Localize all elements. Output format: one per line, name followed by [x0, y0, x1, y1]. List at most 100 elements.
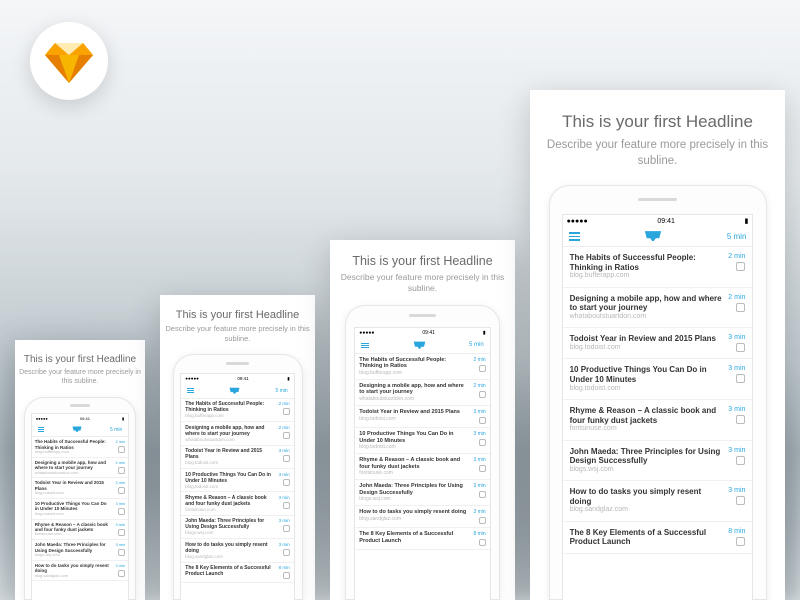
list-item[interactable]: The 8 Key Elements of a Successful Produ… [181, 563, 293, 583]
list-item[interactable]: The 8 Key Elements of a Successful Produ… [563, 522, 753, 554]
list-item[interactable]: Designing a mobile app, how and where to… [563, 288, 753, 329]
article-read-time: 2 min [279, 425, 290, 430]
inbox-icon[interactable] [413, 341, 426, 350]
bookmark-icon[interactable] [479, 517, 486, 524]
list-item[interactable]: John Maeda: Three Principles for Using D… [32, 540, 129, 561]
hamburger-icon[interactable] [361, 343, 369, 348]
bookmark-icon[interactable] [118, 508, 125, 515]
appstore-card-large: This is your first HeadlineDescribe your… [330, 240, 515, 600]
bookmark-icon[interactable] [479, 391, 486, 398]
article-read-time: 3 min [115, 522, 125, 527]
bookmark-icon[interactable] [283, 572, 290, 579]
bookmark-icon[interactable] [283, 455, 290, 462]
list-item[interactable]: The Habits of Successful People: Thinkin… [181, 399, 293, 422]
list-item[interactable]: 10 Productive Things You Can Do in Under… [355, 428, 489, 454]
bookmark-icon[interactable] [479, 491, 486, 498]
signal-dots-icon: ●●●●● [185, 376, 199, 381]
inbox-icon[interactable] [229, 387, 240, 395]
article-source: blog.todoist.com [570, 344, 725, 352]
list-item[interactable]: Todoist Year in Review and 2015 Plansblo… [181, 446, 293, 469]
article-read-time: 2 min [473, 383, 485, 389]
bookmark-icon[interactable] [736, 374, 745, 383]
bookmark-icon[interactable] [283, 549, 290, 556]
signal-dots-icon: ●●●●● [36, 416, 48, 421]
list-item[interactable]: Todoist Year in Review and 2015 Plansblo… [355, 406, 489, 428]
sketch-icon-badge [30, 22, 108, 100]
article-title: 10 Productive Things You Can Do in Under… [359, 431, 469, 444]
inbox-icon[interactable] [72, 426, 82, 433]
article-read-time: 3 min [728, 334, 745, 341]
inbox-icon[interactable] [644, 230, 662, 243]
list-item[interactable]: The 8 Key Elements of a Successful Produ… [355, 528, 489, 550]
article-read-time: 3 min [279, 495, 290, 500]
list-item[interactable]: Todoist Year in Review and 2015 Plansblo… [32, 478, 129, 499]
list-item[interactable]: The Habits of Successful People: Thinkin… [32, 437, 129, 458]
bookmark-icon[interactable] [479, 465, 486, 472]
list-item[interactable]: John Maeda: Three Principles for Using D… [563, 441, 753, 482]
article-source: blog.bufferapp.com [35, 450, 112, 455]
article-read-time: 3 min [473, 509, 485, 515]
list-item[interactable]: How to do tasks you simply resent doingb… [32, 561, 129, 582]
list-item[interactable]: John Maeda: Three Principles for Using D… [181, 516, 293, 539]
nav-read-time: 5 min [727, 232, 747, 241]
bookmark-icon[interactable] [118, 529, 125, 536]
bookmark-icon[interactable] [736, 456, 745, 465]
bookmark-icon[interactable] [736, 262, 745, 271]
bookmark-icon[interactable] [736, 343, 745, 352]
article-list: The Habits of Successful People: Thinkin… [563, 247, 753, 600]
bookmark-icon[interactable] [479, 365, 486, 372]
hamburger-icon[interactable] [38, 427, 44, 432]
list-item[interactable]: The Habits of Successful People: Thinkin… [355, 354, 489, 380]
bookmark-icon[interactable] [479, 439, 486, 446]
bookmark-icon[interactable] [283, 502, 290, 509]
battery-icon: ▮ [287, 376, 289, 382]
status-time: 09:41 [657, 218, 675, 225]
bookmark-icon[interactable] [736, 303, 745, 312]
bookmark-icon[interactable] [283, 525, 290, 532]
bookmark-icon[interactable] [736, 537, 745, 546]
bookmark-icon[interactable] [736, 496, 745, 505]
list-item[interactable]: 10 Productive Things You Can Do in Under… [32, 499, 129, 520]
bookmark-icon[interactable] [118, 487, 125, 494]
headline: This is your first Headline [176, 309, 300, 321]
list-item[interactable]: Designing a mobile app, how and where to… [32, 458, 129, 479]
list-item[interactable]: Rhyme & Reason – A classic book and four… [181, 492, 293, 515]
bookmark-icon[interactable] [479, 539, 486, 546]
list-item[interactable]: Designing a mobile app, how and where to… [181, 422, 293, 445]
nav-read-time: 5 min [110, 427, 122, 433]
list-item[interactable]: How to do tasks you simply resent doingb… [181, 539, 293, 562]
article-read-time: 2 min [728, 253, 745, 260]
list-item[interactable]: Rhyme & Reason – A classic book and four… [32, 520, 129, 541]
bookmark-icon[interactable] [118, 570, 125, 577]
article-title: John Maeda: Three Principles for Using D… [570, 447, 725, 466]
hamburger-icon[interactable] [187, 388, 194, 393]
article-read-time: 3 min [473, 431, 485, 437]
article-read-time: 3 min [279, 542, 290, 547]
article-title: How to do tasks you simply resent doing [185, 542, 274, 554]
article-source: blog.bufferapp.com [570, 272, 725, 280]
list-item[interactable]: Todoist Year in Review and 2015 Plansblo… [563, 328, 753, 359]
article-read-time: 3 min [115, 563, 125, 568]
bookmark-icon[interactable] [118, 467, 125, 474]
list-item[interactable]: How to do tasks you simply resent doingb… [563, 481, 753, 522]
bookmark-icon[interactable] [118, 446, 125, 453]
list-item[interactable]: The Habits of Successful People: Thinkin… [563, 247, 753, 288]
list-item[interactable]: How to do tasks you simply resent doingb… [355, 506, 489, 528]
list-item[interactable]: Rhyme & Reason – A classic book and four… [355, 454, 489, 480]
hamburger-icon[interactable] [569, 232, 580, 241]
bookmark-icon[interactable] [479, 417, 486, 424]
list-item[interactable]: Rhyme & Reason – A classic book and four… [563, 400, 753, 441]
bookmark-icon[interactable] [736, 415, 745, 424]
list-item[interactable]: 10 Productive Things You Can Do in Under… [181, 469, 293, 492]
list-item[interactable]: John Maeda: Three Principles for Using D… [355, 480, 489, 506]
phone-screen: ●●●●●09:41▮5 minThe Habits of Successful… [31, 413, 130, 600]
bookmark-icon[interactable] [283, 432, 290, 439]
article-title: Designing a mobile app, how and where to… [359, 383, 469, 396]
list-item[interactable]: 10 Productive Things You Can Do in Under… [563, 359, 753, 400]
bookmark-icon[interactable] [118, 549, 125, 556]
list-item[interactable]: Designing a mobile app, how and where to… [355, 380, 489, 406]
article-read-time: 3 min [728, 365, 745, 372]
bookmark-icon[interactable] [283, 408, 290, 415]
article-title: Rhyme & Reason – A classic book and four… [359, 457, 469, 470]
bookmark-icon[interactable] [283, 479, 290, 486]
